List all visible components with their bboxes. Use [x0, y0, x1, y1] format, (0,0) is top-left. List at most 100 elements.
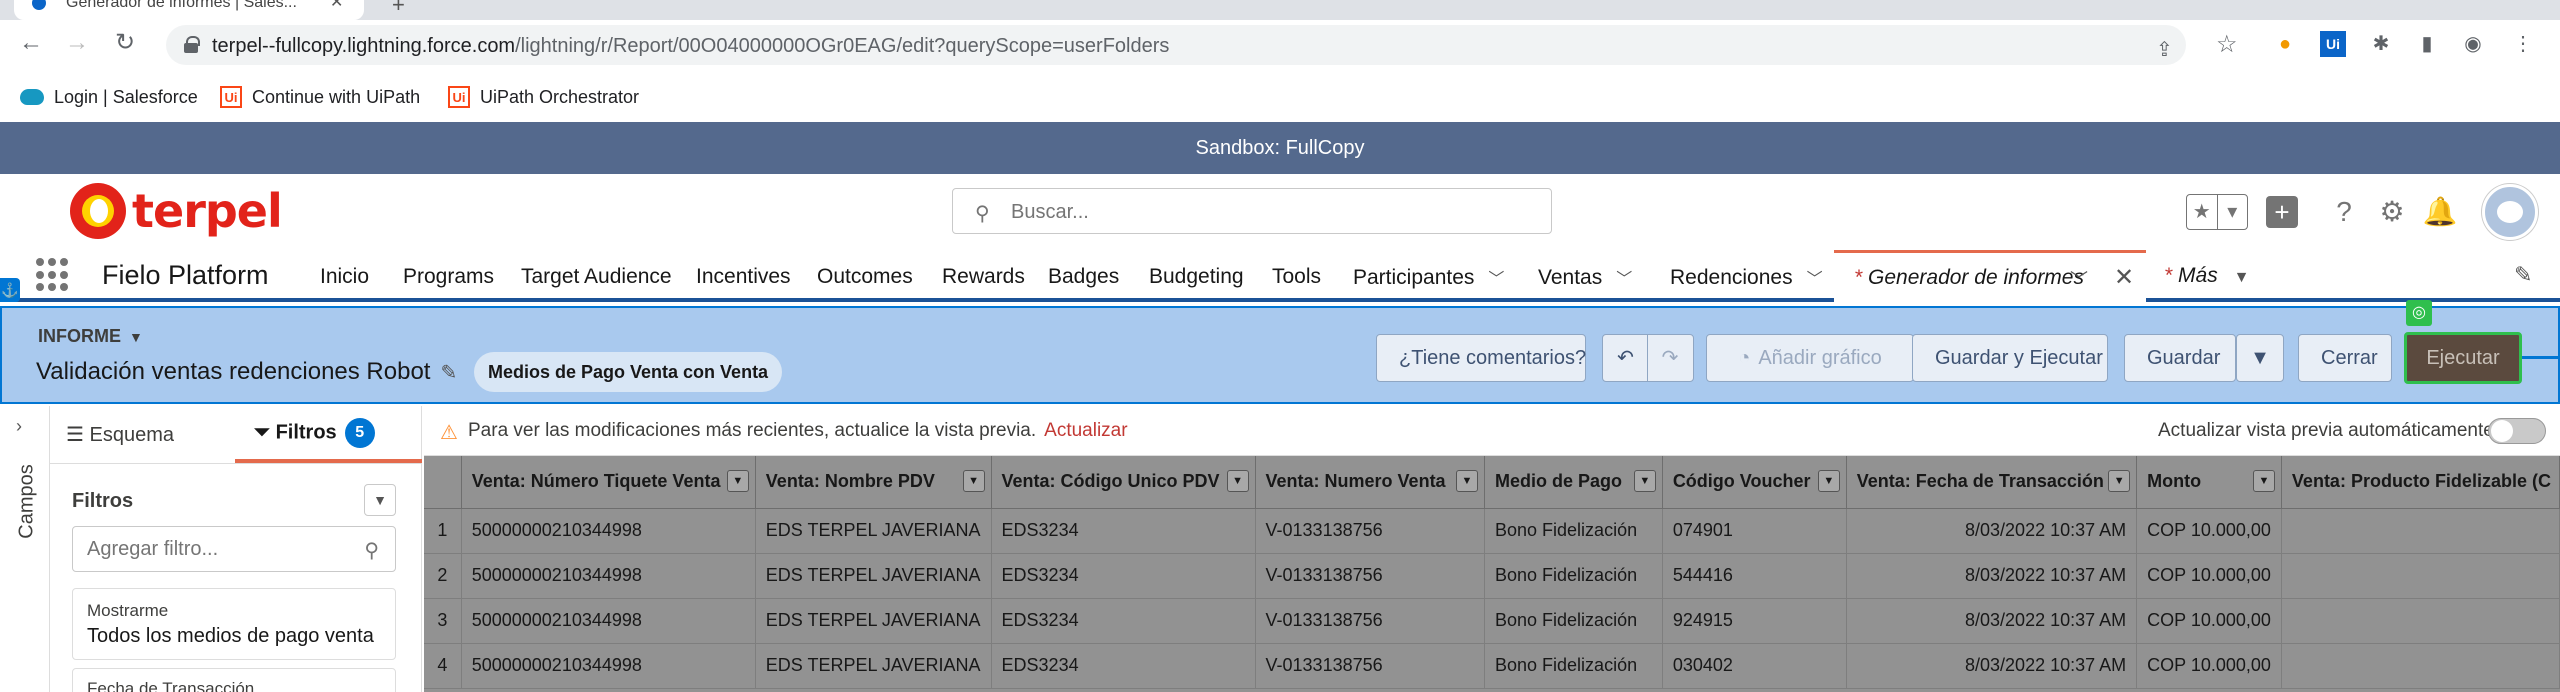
table-cell: V-0133138756 — [1255, 508, 1486, 554]
undo-redo-group: ↶ ↷ — [1602, 334, 1694, 382]
tab-outline[interactable]: ☰ Esquema — [66, 422, 174, 447]
column-header[interactable]: Monto ▼ — [2136, 456, 2282, 509]
feedback-button[interactable]: ¿Tiene comentarios? — [1376, 334, 1586, 382]
setup-gear-icon[interactable]: ⚙ — [2372, 192, 2412, 232]
reload-icon[interactable]: ↻ — [110, 28, 140, 58]
report-title[interactable]: Validación ventas redenciones Robot ✎ — [36, 358, 457, 386]
notifications-bell-icon[interactable]: 🔔 — [2420, 192, 2460, 232]
nav-item-ventas[interactable]: Ventas ﹀ — [1538, 265, 1632, 290]
undo-icon[interactable]: ↶ — [1604, 335, 1648, 381]
nav-item-tools[interactable]: Tools — [1272, 265, 1321, 289]
report-type-menu[interactable]: INFORME ▼ — [38, 326, 143, 347]
filter-card-show-me[interactable]: Mostrarme Todos los medios de pago venta — [72, 588, 396, 660]
side-panel-icon[interactable]: ▮ — [2412, 29, 2442, 59]
column-menu-chevron-icon[interactable]: ▼ — [726, 470, 749, 492]
table-cell: 544416 — [1662, 553, 1847, 599]
nav-item-target-audience[interactable]: Target Audience — [521, 265, 672, 289]
chevron-down-icon[interactable]: ﹀ — [1616, 271, 1632, 288]
fields-rail[interactable]: › Campos — [0, 406, 50, 692]
add-chart-button[interactable]: ◔ Añadir gráfico — [1706, 334, 1914, 382]
bookmark-star-icon[interactable]: ☆ — [2216, 30, 2238, 59]
filters-menu-chevron-icon[interactable]: ▼ — [364, 484, 396, 516]
column-header[interactable]: Venta: Numero Venta ▼ — [1255, 456, 1486, 509]
extension-person-icon[interactable]: ● — [2270, 29, 2300, 59]
address-bar[interactable]: terpel--fullcopy.lightning.force.com/lig… — [166, 25, 2186, 65]
favorites-group[interactable]: ★ ▾ — [2186, 194, 2248, 230]
app-launcher-icon[interactable] — [36, 258, 70, 292]
bookmark-login-salesforce[interactable]: Login | Salesforce — [20, 84, 198, 110]
nav-item-rewards[interactable]: Rewards — [942, 265, 1025, 289]
table-row: 4 50000000210344998 EDS TERPEL JAVERIANA… — [424, 643, 2560, 689]
edit-nav-pencil-icon[interactable]: ✎ — [2514, 262, 2532, 288]
bookmark-continue-uipath[interactable]: Ui Continue with UiPath — [220, 84, 420, 110]
global-actions-plus-icon[interactable]: + — [2266, 196, 2298, 228]
nav-item-participantes[interactable]: Participantes ﹀ — [1353, 265, 1504, 290]
nav-item-programs[interactable]: Programs — [403, 265, 494, 289]
nav-item-budgeting[interactable]: Budgeting — [1149, 265, 1244, 289]
extensions-puzzle-icon[interactable]: ✱ — [2366, 29, 2396, 59]
auto-preview-toggle[interactable] — [2488, 418, 2546, 444]
share-icon[interactable]: ⇪ — [2156, 37, 2173, 62]
edit-pencil-icon[interactable]: ✎ — [440, 362, 457, 384]
refresh-preview-link[interactable]: Actualizar — [1044, 420, 1127, 441]
terpel-logo[interactable]: terpel — [24, 178, 324, 244]
chevron-right-icon[interactable]: › — [16, 416, 22, 437]
column-menu-chevron-icon[interactable]: ▼ — [1817, 470, 1840, 492]
global-search[interactable]: ⚲ — [952, 188, 1552, 234]
add-filter-field[interactable]: ⚲ — [72, 526, 396, 572]
column-header[interactable]: Venta: Producto Fidelizable (C — [2281, 456, 2560, 509]
caret-down-icon: ▼ — [2233, 269, 2250, 286]
add-filter-input[interactable] — [87, 537, 347, 561]
chevron-down-icon[interactable]: ﹀ — [1807, 271, 1823, 288]
column-menu-chevron-icon[interactable]: ▼ — [1633, 470, 1656, 492]
new-tab-icon[interactable]: + — [392, 0, 405, 18]
browser-tab[interactable]: Generador de informes | Sales... ✕ — [14, 0, 364, 20]
filter-card-transaction-date[interactable]: Fecha de Transacción — [72, 668, 396, 692]
nav-item-incentives[interactable]: Incentives — [696, 265, 791, 289]
redo-icon[interactable]: ↷ — [1648, 335, 1692, 381]
save-and-run-button[interactable]: Guardar y Ejecutar — [1912, 334, 2108, 382]
column-menu-chevron-icon[interactable]: ▼ — [962, 470, 985, 492]
uipath-extension-icon[interactable]: Ui — [2320, 31, 2346, 57]
anchor-icon[interactable]: ⚓ — [0, 278, 20, 302]
column-menu-chevron-icon[interactable]: ▼ — [1226, 470, 1249, 492]
filter-count-badge: 5 — [344, 418, 375, 448]
nav-item-redenciones[interactable]: Redenciones ﹀ — [1670, 265, 1823, 290]
tab-filters[interactable]: ⏷ Filtros 5 — [254, 418, 375, 448]
column-header[interactable]: Venta: Código Unico PDV ▼ — [991, 456, 1256, 509]
column-header[interactable]: Venta: Fecha de Transacción ▼ — [1846, 456, 2138, 509]
column-header[interactable]: Medio de Pago ▼ — [1484, 456, 1663, 509]
nav-item-outcomes[interactable]: Outcomes — [817, 265, 913, 289]
chevron-down-icon[interactable]: ﹀ — [1488, 271, 1504, 288]
column-header[interactable]: Venta: Número Tiquete Venta ▼ — [461, 456, 756, 509]
nav-item-inicio[interactable]: Inicio — [320, 265, 369, 289]
close-tab-icon[interactable]: ✕ — [2114, 263, 2134, 292]
close-tab-icon[interactable]: ✕ — [330, 0, 343, 12]
favorites-star-icon[interactable]: ★ — [2187, 195, 2218, 229]
logo-text: terpel — [132, 184, 283, 238]
search-input[interactable] — [1011, 199, 1531, 225]
menu-dots-icon[interactable]: ⋮ — [2508, 29, 2538, 59]
column-menu-chevron-icon[interactable]: ▼ — [2108, 470, 2131, 492]
user-avatar[interactable] — [2482, 184, 2538, 240]
bookmark-uipath-orchestrator[interactable]: Ui UiPath Orchestrator — [448, 84, 639, 110]
close-button[interactable]: Cerrar — [2298, 334, 2392, 382]
save-button[interactable]: Guardar — [2124, 334, 2236, 382]
nav-tab-generador-informes[interactable]: * Generador de informes ﹀ ✕ — [1834, 250, 2146, 302]
profile-icon[interactable]: ◉ — [2458, 29, 2488, 59]
save-menu-chevron-icon[interactable]: ▼ — [2236, 334, 2284, 382]
nav-more[interactable]: * Más ▼ — [2164, 264, 2249, 288]
nav-more-label: Más — [2178, 264, 2218, 287]
column-header[interactable]: Venta: Nombre PDV ▼ — [755, 456, 992, 509]
forward-arrow-icon[interactable]: → — [62, 28, 92, 58]
report-preview-grid: Venta: Número Tiquete Venta ▼ Venta: Nomb… — [424, 456, 2560, 692]
column-header[interactable]: Código Voucher ▼ — [1662, 456, 1847, 509]
help-icon[interactable]: ? — [2324, 192, 2364, 232]
run-button[interactable]: Ejecutar — [2404, 332, 2522, 384]
column-menu-chevron-icon[interactable]: ▼ — [1456, 470, 1478, 492]
back-arrow-icon[interactable]: ← — [16, 28, 46, 58]
favorites-list-chevron-icon[interactable]: ▾ — [2218, 195, 2248, 229]
column-menu-chevron-icon[interactable]: ▼ — [2252, 470, 2275, 492]
nav-item-badges[interactable]: Badges — [1048, 265, 1119, 289]
chevron-down-icon[interactable]: ﹀ — [2070, 266, 2088, 292]
